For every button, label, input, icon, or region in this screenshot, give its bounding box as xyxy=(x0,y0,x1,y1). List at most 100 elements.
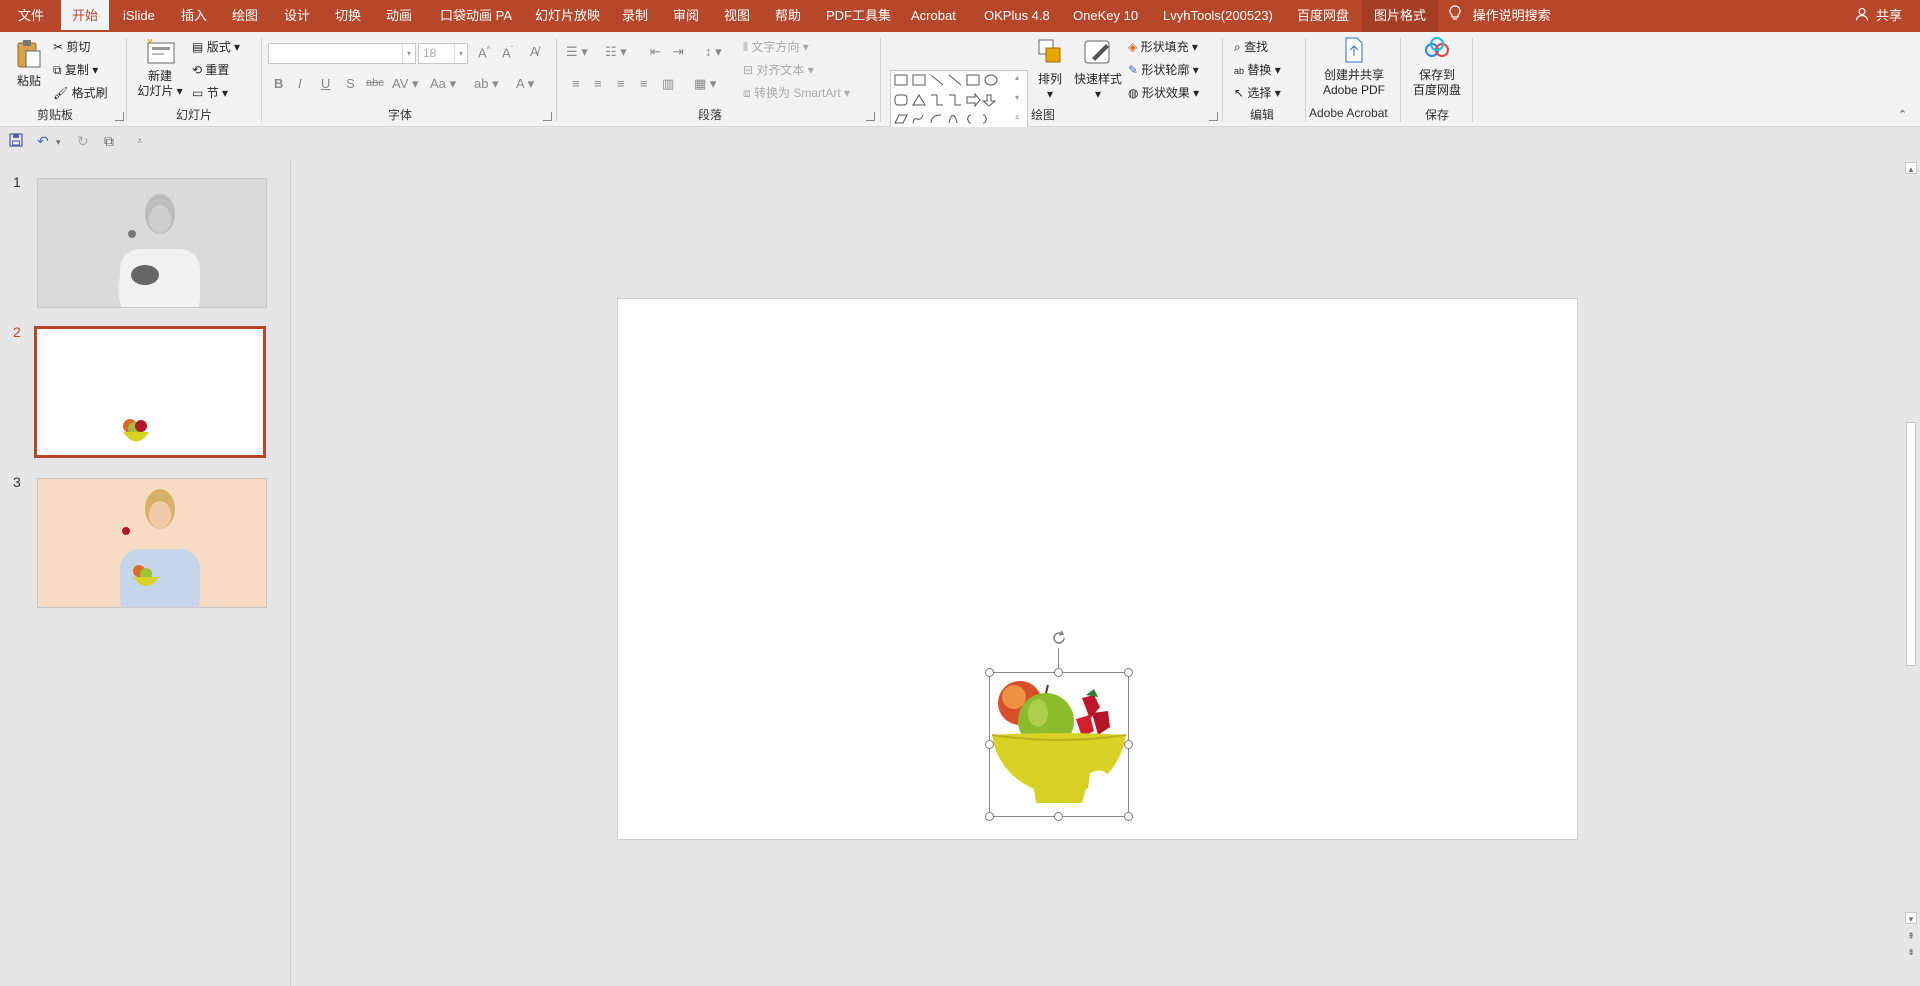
rotate-handle-icon[interactable] xyxy=(1049,628,1069,648)
convert-smartart-button[interactable]: ⧈ 转换为 SmartArt ▾ xyxy=(743,84,850,101)
resize-handle-top[interactable] xyxy=(1054,668,1063,677)
shape-effects-button[interactable]: ◍ 形状效果 ▾ xyxy=(1128,84,1199,101)
increase-indent-icon[interactable]: ⇥ xyxy=(673,44,684,60)
align-left-icon[interactable]: ≡ xyxy=(572,76,580,91)
select-button[interactable]: ↖ 选择 ▾ xyxy=(1234,84,1281,101)
tab-view[interactable]: 视图 xyxy=(724,0,750,32)
align-text-button[interactable]: ⊟ 对齐文本 ▾ xyxy=(743,61,814,78)
scroll-down-icon[interactable]: ▾ xyxy=(1905,912,1917,924)
tell-me-search[interactable]: 操作说明搜索 xyxy=(1449,0,1551,32)
next-slide-icon[interactable]: ⇟ xyxy=(1905,946,1917,958)
tab-slideshow[interactable]: 幻灯片放映 xyxy=(535,0,600,32)
line-spacing-icon[interactable]: ↕ ▾ xyxy=(705,44,722,60)
find-button[interactable]: ⌕ 查找 xyxy=(1234,38,1268,55)
distributed-icon[interactable]: ▥ xyxy=(662,76,674,92)
tab-baidu-netdisk[interactable]: 百度网盘 xyxy=(1297,0,1349,32)
align-right-icon[interactable]: ≡ xyxy=(617,76,625,91)
font-color-icon[interactable]: A ▾ xyxy=(516,76,534,92)
shadow-icon[interactable]: S xyxy=(346,76,355,91)
paste-button[interactable]: 粘贴 xyxy=(14,38,44,89)
slide-thumbnail-1[interactable] xyxy=(37,178,267,308)
tab-animations[interactable]: 动画 xyxy=(386,0,412,32)
section-button[interactable]: ▭ 节 ▾ xyxy=(192,84,228,101)
reset-button[interactable]: ⟲ 重置 xyxy=(192,61,229,78)
start-slideshow-icon[interactable]: ⧉ xyxy=(104,133,114,150)
cut-button[interactable]: ✂ 剪切 xyxy=(53,38,90,55)
tab-onekey[interactable]: OneKey 10 xyxy=(1073,0,1138,32)
tab-transitions[interactable]: 切换 xyxy=(335,0,361,32)
decrease-indent-icon[interactable]: ⇤ xyxy=(650,44,661,60)
replace-button[interactable]: ab 替换 ▾ xyxy=(1234,61,1281,78)
create-share-pdf-button[interactable]: 创建并共享 Adobe PDF xyxy=(1316,36,1392,98)
tab-home[interactable]: 开始 xyxy=(61,0,110,32)
shape-fill-button[interactable]: ◈ 形状填充 ▾ xyxy=(1128,38,1198,55)
bold-icon[interactable]: B xyxy=(274,76,283,91)
shapes-gallery[interactable]: ▴ ▾ ⩡ xyxy=(890,70,1028,132)
resize-handle-top-right[interactable] xyxy=(1124,668,1133,677)
undo-icon[interactable]: ↶ xyxy=(37,133,49,150)
tab-draw[interactable]: 绘图 xyxy=(232,0,258,32)
collapse-ribbon-icon[interactable]: ⌃ xyxy=(1898,108,1907,121)
clear-formatting-icon[interactable]: A̸ xyxy=(530,44,539,59)
resize-handle-bottom-right[interactable] xyxy=(1124,812,1133,821)
gallery-more-icon[interactable]: ⩡ xyxy=(1015,113,1020,123)
tab-okplus[interactable]: OKPlus 4.8 xyxy=(984,0,1050,32)
quick-styles-button[interactable]: 快速样式 ▾ xyxy=(1072,38,1124,102)
justify-icon[interactable]: ≡ xyxy=(640,76,648,91)
columns-icon[interactable]: ▦ ▾ xyxy=(694,76,716,92)
bullets-icon[interactable]: ☰ ▾ xyxy=(566,44,588,60)
resize-handle-right[interactable] xyxy=(1124,740,1133,749)
numbering-icon[interactable]: ☷ ▾ xyxy=(605,44,627,60)
previous-slide-icon[interactable]: ⇞ xyxy=(1905,930,1917,942)
highlight-icon[interactable]: ab ▾ xyxy=(474,76,499,92)
font-launcher-icon[interactable] xyxy=(543,112,552,121)
slide-thumbnail-3[interactable] xyxy=(37,478,267,608)
tab-lvyhtools[interactable]: LvyhTools(200523) xyxy=(1163,0,1273,32)
resize-handle-bottom-left[interactable] xyxy=(985,812,994,821)
change-case-icon[interactable]: Aa ▾ xyxy=(430,76,456,92)
clipboard-launcher-icon[interactable] xyxy=(115,112,124,121)
tab-file[interactable]: 文件 xyxy=(18,0,44,32)
tab-review[interactable]: 审阅 xyxy=(673,0,699,32)
tab-help[interactable]: 帮助 xyxy=(775,0,801,32)
arrange-button[interactable]: 排列 ▾ xyxy=(1032,38,1068,102)
tab-pdf-tools[interactable]: PDF工具集 xyxy=(826,0,891,32)
copy-button[interactable]: ⧉ 复制 ▾ xyxy=(53,61,98,78)
new-slide-button[interactable]: 新建 幻灯片 ▾ xyxy=(134,37,186,99)
grow-font-icon[interactable]: A^ xyxy=(478,45,490,60)
scrollbar-thumb[interactable] xyxy=(1906,422,1916,666)
tab-design[interactable]: 设计 xyxy=(284,0,310,32)
redo-icon[interactable]: ↻ xyxy=(77,133,89,150)
strikethrough-icon[interactable]: abc xyxy=(366,77,384,89)
customize-qat-icon[interactable]: ⩡ xyxy=(137,136,143,147)
tab-record[interactable]: 录制 xyxy=(622,0,648,32)
tab-picture-format[interactable]: 图片格式 xyxy=(1362,0,1439,32)
font-name-combo[interactable]: ▾ xyxy=(268,43,416,64)
tab-insert[interactable]: 插入 xyxy=(181,0,207,32)
save-to-baidu-button[interactable]: 保存到 百度网盘 xyxy=(1408,36,1466,98)
gallery-down-icon[interactable]: ▾ xyxy=(1015,93,1019,102)
shrink-font-icon[interactable]: Aˇ xyxy=(502,45,513,60)
gallery-up-icon[interactable]: ▴ xyxy=(1015,73,1019,82)
vertical-scrollbar[interactable]: ▴ ▾ ⇞ ⇟ xyxy=(1902,160,1920,986)
underline-icon[interactable]: U xyxy=(321,76,330,91)
char-spacing-icon[interactable]: AV ▾ xyxy=(392,76,419,92)
undo-dropdown-icon[interactable]: ▾ xyxy=(56,137,61,148)
resize-handle-bottom[interactable] xyxy=(1054,812,1063,821)
text-direction-button[interactable]: ⫴ 文字方向 ▾ xyxy=(743,38,809,55)
font-size-combo[interactable]: 18 ▾ xyxy=(418,43,468,64)
format-painter-button[interactable]: 🖌 格式刷 xyxy=(53,84,108,101)
resize-handle-top-left[interactable] xyxy=(985,668,994,677)
tab-islide[interactable]: iSlide xyxy=(123,0,155,32)
drawing-launcher-icon[interactable] xyxy=(1209,112,1218,121)
tab-pocket-animation[interactable]: 口袋动画 PA xyxy=(440,0,512,32)
scroll-up-icon[interactable]: ▴ xyxy=(1905,162,1917,174)
italic-icon[interactable]: I xyxy=(298,76,302,91)
selected-picture[interactable] xyxy=(989,672,1129,817)
align-center-icon[interactable]: ≡ xyxy=(594,76,602,91)
slide-thumbnail-2[interactable] xyxy=(34,326,266,458)
layout-button[interactable]: ▤ 版式 ▾ xyxy=(192,38,240,55)
shape-outline-button[interactable]: ✎ 形状轮廓 ▾ xyxy=(1128,61,1199,78)
paragraph-launcher-icon[interactable] xyxy=(866,112,875,121)
tab-acrobat[interactable]: Acrobat xyxy=(911,0,956,32)
